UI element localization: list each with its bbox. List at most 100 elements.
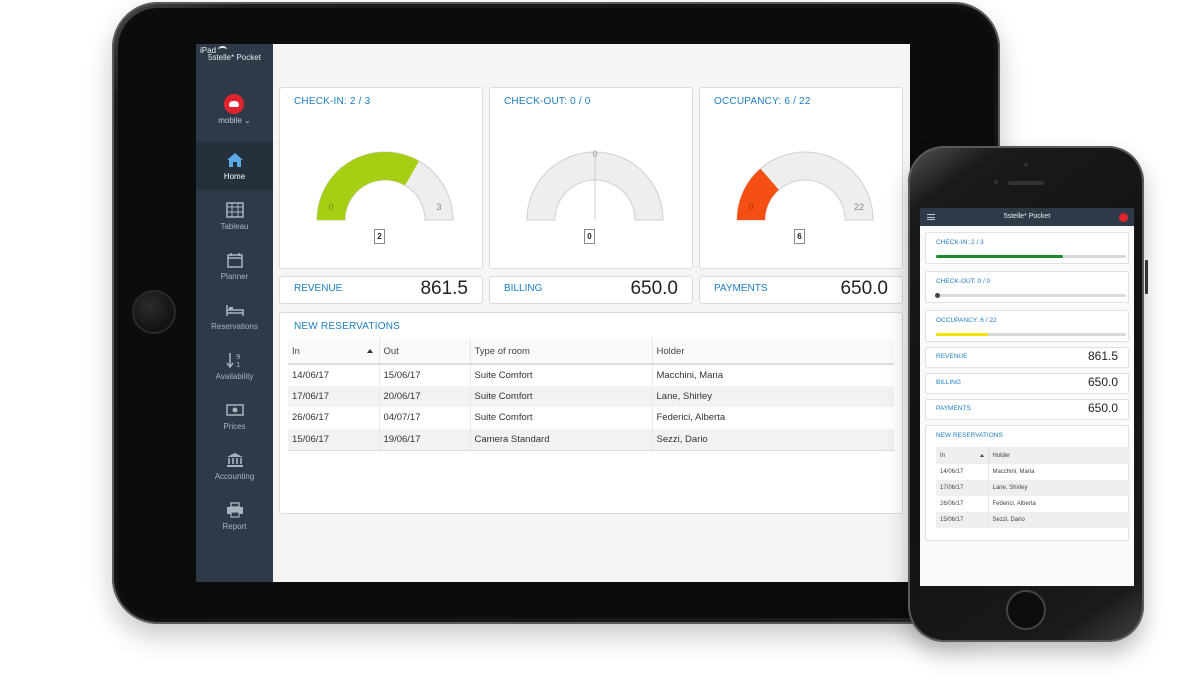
stat-label: BILLING [936,379,961,386]
table-cell: 14/06/17 [288,364,380,386]
sort-numeric-icon: 91 [225,353,240,368]
table-cell: Sezzi, Dario [988,512,1130,528]
card-title: CHECK-OUT: 0 / 0 [504,96,591,107]
sort-asc-icon [366,349,373,353]
stat-value: 861.5 [420,278,468,299]
sidebar-item-label: Tableau [220,222,249,231]
stat-label: PAYMENTS [714,283,768,294]
chevron-down-icon: ⌄ [244,116,251,125]
sidebar-item-accounting[interactable]: Accounting [196,442,273,490]
bank-icon [226,453,243,467]
phone-revenue-card: REVENUE 861.5 [925,347,1129,368]
sidebar-item-planner[interactable]: Planner [196,242,273,290]
gauge-value: 6 [794,229,805,244]
phone-side-button[interactable] [1145,260,1148,294]
sidebar-item-report[interactable]: Report [196,492,273,540]
card-title: OCCUPANCY: 6 / 22 [714,96,811,107]
table-header-row: In Holder [936,447,1130,464]
payments-card: PAYMENTS 650.0 [699,276,903,304]
table-cell: 17/06/17 [288,385,380,407]
column-header-holder[interactable]: Holder [988,447,1130,464]
phone-reservations-table: In Holder 14/06/17 Macchini, Maria 17/06/1… [936,447,1130,528]
account-dropdown[interactable]: mobile ⌄ [196,116,273,125]
card-title: CHECK-IN: 2 / 3 [936,239,984,246]
calendar-icon [226,253,243,268]
sidebar-item-label: Accounting [214,472,255,481]
sidebar-item-label: Reservations [211,322,258,331]
table-cell: 19/06/17 [379,428,471,451]
table-row[interactable]: 26/06/17 Federici, Alberta [936,496,1130,512]
column-header-room-type[interactable]: Type of room [470,339,653,365]
gauge-max-label: 3 [436,202,441,212]
table-row[interactable]: 26/06/17 04/07/17 Suite Comfort Federici, A… [288,407,894,429]
table-cell: 15/06/17 [379,364,471,386]
billing-card: BILLING 650.0 [489,276,693,304]
gauge-value: 0 [584,229,595,244]
column-label: In [292,345,300,357]
table-cell: 04/07/17 [379,407,471,429]
phone-payments-card: PAYMENTS 650.0 [925,399,1129,420]
home-icon [226,153,243,167]
app-logo-icon [224,94,244,114]
table-cell: Lane, Shirley [652,385,894,407]
gauge-min-label: 0 [592,149,597,159]
new-reservations-card: NEW RESERVATIONS ⚙ In Out Type of room H… [279,312,903,514]
stat-label: REVENUE [936,353,968,360]
sidebar-item-label: Availability [215,372,254,381]
table-cell: Federici, Alberta [656,412,726,424]
table-cell: Lane, Shirley [988,480,1130,496]
phone-occupancy-card: OCCUPANCY: 6 / 22 [925,310,1129,342]
sidebar-item-availability[interactable]: 91 Availability [196,342,273,390]
table-row[interactable]: 14/06/17 15/06/17 Suite Comfort Macchini, M… [288,364,894,386]
sidebar-item-reservations[interactable]: Reservations [196,292,273,340]
account-label: mobile [218,116,242,125]
stat-value: 650.0 [840,278,888,299]
sidebar-item-label: Report [222,522,247,531]
column-label: In [940,452,946,459]
checkin-gauge: 03 [316,151,454,221]
tablet-home-button[interactable] [134,292,174,332]
phone-checkout-card: CHECK-OUT: 0 / 0 [925,271,1129,303]
progress-marker [935,293,940,298]
tablet-screen: iPad 5stelle* Pocket mobile ⌄ Home Table… [196,44,910,582]
column-header-holder[interactable]: Holder [652,339,894,365]
sidebar-item-prices[interactable]: Prices [196,392,273,440]
table-cell: 14/06/17 [936,464,989,480]
app-logo-icon [1119,213,1128,222]
table-cell: 15/06/17 [936,512,989,528]
app-name: 5stelle* Pocket [208,53,261,62]
phone-new-reservations-card: NEW RESERVATIONS In Holder 14/06/17 Macch… [925,425,1130,541]
phone-screen: 5stelle* Pocket CHECK-IN: 2 / 3 CHECK-OU… [920,208,1134,586]
phone-app-title: 5stelle* Pocket [1003,213,1051,220]
money-icon [225,404,244,416]
column-label: Holder [992,452,1011,459]
phone-speaker [1008,181,1044,185]
table-cell: Sezzi, Dario [652,428,894,451]
stat-label: PAYMENTS [936,405,971,412]
table-cell: 15/06/17 [288,428,380,451]
table-row[interactable]: 14/06/17 Macchini, Maria [936,464,1130,480]
table-row[interactable]: 15/06/17 19/06/17 Camera Standard Sezzi, Da… [288,428,894,451]
sidebar-item-label: Planner [220,272,249,281]
checkout-gauge: 0 [526,149,664,221]
sidebar: iPad 5stelle* Pocket mobile ⌄ Home Table… [196,44,273,582]
table-cell: Macchini, Maria [656,369,724,381]
phone-home-button[interactable] [1006,590,1046,630]
menu-icon[interactable] [927,214,935,220]
sort-asc-icon [979,454,984,457]
sidebar-item-tableau[interactable]: Tableau [196,192,273,240]
phone-checkin-card: CHECK-IN: 2 / 3 [925,232,1129,264]
table-cell: Camera Standard [470,428,653,451]
column-header-out[interactable]: Out [379,339,471,365]
stat-value: 650.0 [630,278,678,299]
column-header-in[interactable]: In [288,339,380,365]
table-row[interactable]: 17/06/17 Lane, Shirley [936,480,1130,496]
table-row[interactable]: 17/06/17 20/06/17 Suite Comfort Lane, Shirl… [288,385,894,407]
phone-billing-card: BILLING 650.0 [925,373,1129,394]
table-row[interactable]: 15/06/17 Sezzi, Dario [936,512,1130,528]
column-header-in[interactable]: In [936,447,989,464]
card-title: CHECK-IN: 2 / 3 [294,96,371,107]
reservations-table: In Out Type of room Holder 14/06/17 15/06… [288,339,894,451]
progress-fill [936,333,988,336]
sidebar-item-home[interactable]: Home [196,142,273,190]
